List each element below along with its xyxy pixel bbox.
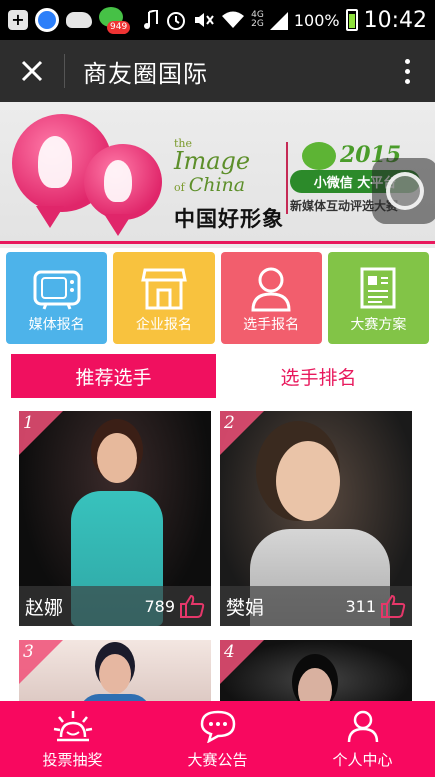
- signal-bars-icon: [269, 12, 288, 30]
- battery-icon: [345, 9, 358, 31]
- tile-media-signup[interactable]: 媒体报名: [6, 252, 108, 344]
- more-dot-icon: [404, 58, 410, 64]
- banner-separator: [286, 142, 288, 214]
- rank-number: 3: [23, 642, 34, 662]
- tile-contestant-signup[interactable]: 选手报名: [220, 252, 322, 344]
- contestant-card[interactable]: 2 樊娟 311: [220, 411, 412, 626]
- campaign-banner[interactable]: the Image of China 中国好形象 2015 小微信 大平台 新媒…: [0, 102, 435, 244]
- contestant-card[interactable]: 1 赵娜 789: [19, 411, 211, 626]
- tab-recommended[interactable]: 推荐选手: [11, 354, 216, 398]
- nav-vote-lottery[interactable]: 投票抽奖: [0, 701, 145, 777]
- thumbs-up-icon[interactable]: [380, 593, 406, 619]
- notification-plus-icon: +: [8, 10, 28, 30]
- close-button[interactable]: [0, 40, 64, 102]
- clock: 10:42: [363, 7, 427, 33]
- nav-profile[interactable]: 个人中心: [290, 701, 435, 777]
- tile-enterprise-signup[interactable]: 企业报名: [113, 252, 215, 344]
- store-icon: [141, 268, 187, 310]
- alarm-icon: [167, 12, 186, 30]
- category-tiles: 媒体报名 企业报名 选手报名 大赛方案: [0, 248, 435, 348]
- title-bar: 商友圈国际: [0, 40, 435, 102]
- tab-ranking[interactable]: 选手排名: [216, 354, 421, 398]
- status-bar: + 949 4G 2G 100% 10:42: [0, 0, 435, 40]
- battery-percent: 100%: [293, 10, 340, 30]
- person-icon: [251, 267, 291, 312]
- qq-browser-icon: [35, 8, 59, 32]
- rank-number: 2: [224, 413, 235, 433]
- logo-chinese-title: 中国好形象: [174, 207, 284, 231]
- thumbs-up-icon[interactable]: [179, 593, 205, 619]
- more-menu-button[interactable]: [379, 40, 435, 102]
- vote-count: 789: [144, 596, 175, 616]
- nav-announcement[interactable]: 大赛公告: [145, 701, 290, 777]
- vote-count: 311: [345, 596, 376, 616]
- woman-silhouette-graphic: [38, 136, 72, 188]
- contestant-info-bar: 赵娜 789: [19, 586, 211, 626]
- rank-number: 1: [23, 413, 34, 433]
- page-title: 商友圈国际: [83, 59, 208, 88]
- music-note-icon: [144, 10, 159, 29]
- newspaper-icon: [360, 267, 396, 309]
- contestant-name: 赵娜: [25, 596, 64, 619]
- user-icon: [347, 710, 378, 742]
- image-of-china-logo: the Image of China 中国好形象: [174, 137, 284, 231]
- contestant-grid: 1 赵娜 789 2 樊娟 311 3 4: [0, 404, 435, 702]
- floating-assistive-button[interactable]: [372, 158, 435, 224]
- wifi-icon: [222, 11, 245, 28]
- bottom-navigation: 投票抽奖 大赛公告 个人中心: [0, 701, 435, 777]
- contestant-tabs: 推荐选手 选手排名: [0, 348, 435, 404]
- tv-icon: [33, 270, 81, 310]
- contestant-card[interactable]: 4: [220, 640, 412, 702]
- woman-silhouette-graphic-small: [104, 160, 132, 202]
- wechat-bubble-icon: [302, 142, 336, 170]
- tile-contest-plan[interactable]: 大赛方案: [327, 252, 429, 344]
- contestant-card[interactable]: 3: [19, 640, 211, 702]
- chat-icon: [200, 710, 235, 743]
- rank-number: 4: [224, 642, 235, 662]
- contestant-name: 樊娟: [226, 596, 265, 619]
- contestant-info-bar: 樊娟 311: [220, 586, 412, 626]
- sun-icon: [53, 710, 92, 741]
- wechat-notification-icon: 949: [99, 7, 131, 34]
- cloud-icon: [66, 12, 92, 28]
- mute-icon: [195, 13, 214, 27]
- close-icon: [21, 60, 43, 82]
- signal-indicator: 4G 2G: [251, 10, 264, 29]
- wechat-badge: 949: [107, 21, 131, 34]
